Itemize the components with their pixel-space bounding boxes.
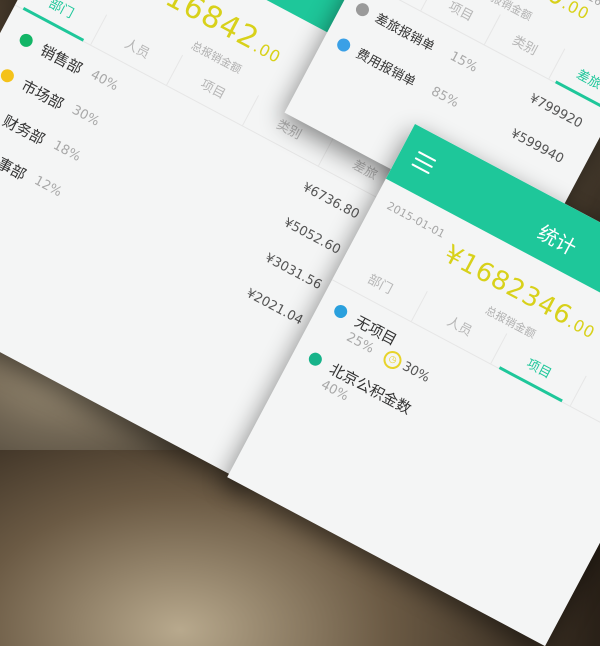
page-title: 统计 (533, 220, 581, 261)
total-amount-decimal: .00 (558, 0, 593, 24)
item-percent: 15% (447, 48, 480, 76)
item-percent: 40% (88, 67, 121, 95)
category-color-dot (331, 302, 350, 321)
category-color-dot (306, 350, 325, 368)
item-percent: 18% (50, 138, 84, 165)
item-name: 市场部 (18, 76, 67, 114)
category-color-dot (353, 0, 372, 19)
item-percent: 30% (69, 102, 102, 130)
item-name: 人事部 (0, 147, 30, 185)
total-amount-decimal: .00 (250, 36, 285, 67)
total-amount-decimal: .00 (564, 312, 599, 343)
category-color-dot (334, 36, 353, 54)
item-value: ¥799920 (526, 91, 585, 132)
category-color-dot (17, 31, 35, 50)
item-name: 财务部 (0, 111, 48, 149)
category-color-dot (0, 66, 17, 85)
item-secondary-percent-value: 30% (399, 359, 433, 386)
item-percent: 12% (31, 173, 65, 201)
item-name: 销售部 (37, 41, 86, 79)
item-percent: 85% (428, 84, 462, 112)
menu-icon[interactable] (411, 150, 437, 175)
item-value: ¥6736.80 (299, 180, 362, 223)
